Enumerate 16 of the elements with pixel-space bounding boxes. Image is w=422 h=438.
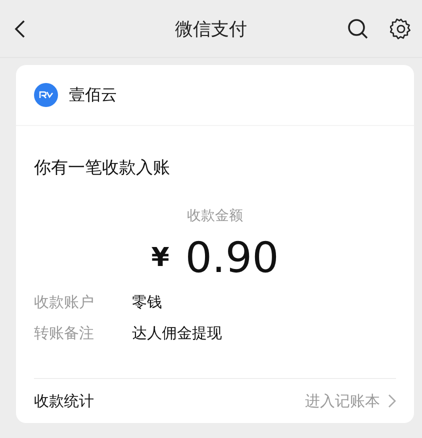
currency-symbol: ¥ [151, 242, 170, 272]
back-icon[interactable] [14, 18, 26, 38]
merchant-name: 壹佰云 [69, 84, 117, 106]
settings-icon[interactable] [390, 18, 412, 40]
detail-value: 达人佣金提现 [132, 324, 222, 343]
amount-label: 收款金额 [187, 207, 243, 225]
stats-label: 收款统计 [34, 392, 94, 410]
page-title: 微信支付 [175, 18, 247, 40]
detail-value: 零钱 [132, 293, 162, 312]
detail-label: 转账备注 [34, 324, 95, 343]
merchant-logo-icon [34, 83, 58, 107]
ledger-link[interactable]: 进入记账本 [305, 392, 380, 410]
amount-value: 0.90 [185, 233, 279, 282]
detail-label: 收款账户 [34, 293, 95, 312]
search-icon[interactable] [347, 18, 369, 40]
notice-text: 你有一笔收款入账 [34, 157, 171, 179]
